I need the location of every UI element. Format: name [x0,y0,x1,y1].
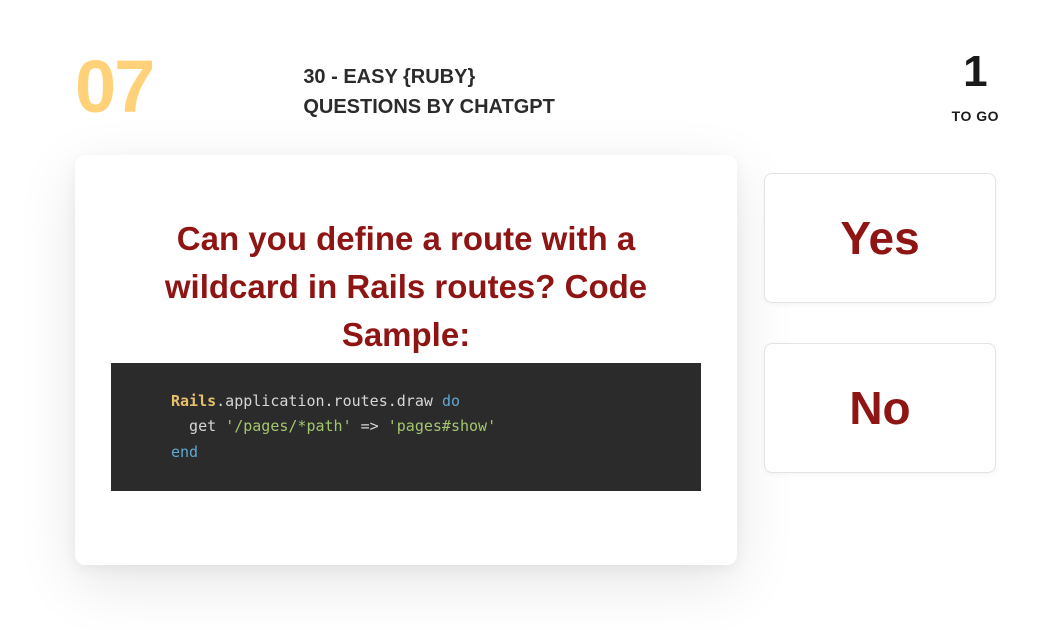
code-line: get '/pages/*path' => 'pages#show' [171,414,641,440]
question-number: 07 [75,50,153,124]
quiz-title: 30 - EASY {RUBY} QUESTIONS BY CHATGPT [303,62,555,122]
code-token: end [171,443,198,461]
code-token: Rails [171,392,216,410]
answer-yes-button[interactable]: Yes [764,173,996,303]
question-card: Can you define a route with a wildcard i… [75,155,737,565]
quiz-title-line1: 30 - EASY {RUBY} [303,62,555,92]
code-sample: Rails.application.routes.draw do get '/p… [111,363,701,492]
code-token: .application.routes.draw [216,392,442,410]
answer-no-button[interactable]: No [764,343,996,473]
remaining-label: TO GO [952,108,999,124]
quiz-title-line2: QUESTIONS BY CHATGPT [303,92,555,122]
header-bar: 07 30 - EASY {RUBY} QUESTIONS BY CHATGPT… [75,50,999,124]
code-line: end [171,440,641,466]
code-token: get [171,417,225,435]
code-line: Rails.application.routes.draw do [171,389,641,415]
code-token: => [352,417,388,435]
question-text: Can you define a route with a wildcard i… [111,215,701,359]
remaining-count: 1 [952,50,999,94]
code-token: do [442,392,460,410]
answer-panel: Yes No [764,173,996,473]
code-token: 'pages#show' [388,417,496,435]
remaining-counter: 1 TO GO [952,50,999,124]
code-token: '/pages/*path' [225,417,351,435]
